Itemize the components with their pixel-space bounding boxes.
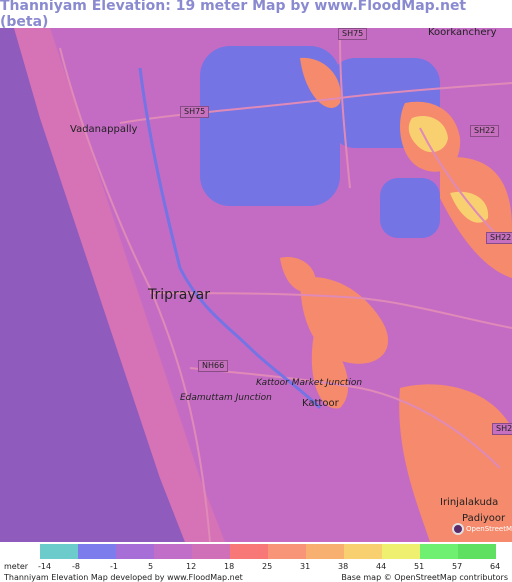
legend-tick-label: -1 — [110, 562, 118, 571]
osm-watermark-text: OpenStreetMap — [466, 525, 512, 533]
legend-swatch — [40, 544, 78, 559]
place-edamuttam-junction: Edamuttam Junction — [180, 393, 272, 403]
legend-tick-label: 31 — [300, 562, 311, 571]
legend-tick-label: 25 — [262, 562, 273, 571]
legend-tick-label: 44 — [376, 562, 387, 571]
legend-tick-label: -8 — [72, 562, 80, 571]
legend-swatch — [420, 544, 458, 559]
legend-unit-label: meter — [4, 562, 29, 571]
legend-color-bar — [40, 544, 496, 559]
place-kattoor: Kattoor — [302, 398, 339, 409]
legend-swatch — [154, 544, 192, 559]
magnifier-icon — [452, 523, 464, 535]
title-bar: Thanniyam Elevation: 19 meter Map by www… — [0, 0, 512, 30]
place-irinjalakuda: Irinjalakuda — [440, 497, 499, 508]
road-shield-sh22-c: SH22 — [492, 423, 512, 435]
place-vadanappally: Vadanappally — [70, 124, 138, 135]
road-shield-sh22-a: SH22 — [470, 125, 500, 137]
legend-swatch — [230, 544, 268, 559]
road-shield-sh75-mid: SH75 — [180, 106, 210, 118]
footer-attribution: Base map © OpenStreetMap contributors — [341, 573, 508, 582]
road-shield-nh66: NH66 — [198, 360, 229, 372]
legend-tick-label: 18 — [224, 562, 235, 571]
legend-swatch — [458, 544, 496, 559]
legend-tick-label: 12 — [186, 562, 197, 571]
elevation-map[interactable]: Koorkanchery Vadanappally Triprayar Katt… — [0, 28, 512, 542]
legend-tick-label: -14 — [38, 562, 52, 571]
map-title: Thanniyam Elevation: 19 meter Map by www… — [0, 0, 467, 30]
legend-swatch — [116, 544, 154, 559]
osm-watermark: OpenStreetMap — [452, 523, 512, 535]
legend-tick-label: 57 — [452, 562, 463, 571]
legend-swatch — [192, 544, 230, 559]
road-shield-sh75-top: SH75 — [338, 28, 368, 40]
legend-swatch — [306, 544, 344, 559]
map-canvas[interactable] — [0, 28, 512, 542]
elevation-legend: meter -14 -8 -1 5 12 18 25 31 38 44 51 57 64 Thanniy… — [0, 542, 512, 582]
legend-tick-label: 51 — [414, 562, 425, 571]
footer-credit: Thanniyam Elevation Map developed by www… — [4, 573, 243, 582]
legend-tick-label: 64 — [490, 562, 501, 571]
legend-swatch — [78, 544, 116, 559]
legend-swatch — [344, 544, 382, 559]
legend-tick-label: 5 — [148, 562, 154, 571]
legend-swatch — [382, 544, 420, 559]
place-kattoor-market-junction: Kattoor Market Junction — [256, 378, 363, 388]
road-shield-sh22-b: SH22 — [486, 232, 512, 244]
place-triprayar: Triprayar — [148, 287, 210, 303]
legend-swatch — [268, 544, 306, 559]
place-koorkanchery: Koorkanchery — [428, 28, 497, 38]
legend-tick-label: 38 — [338, 562, 349, 571]
